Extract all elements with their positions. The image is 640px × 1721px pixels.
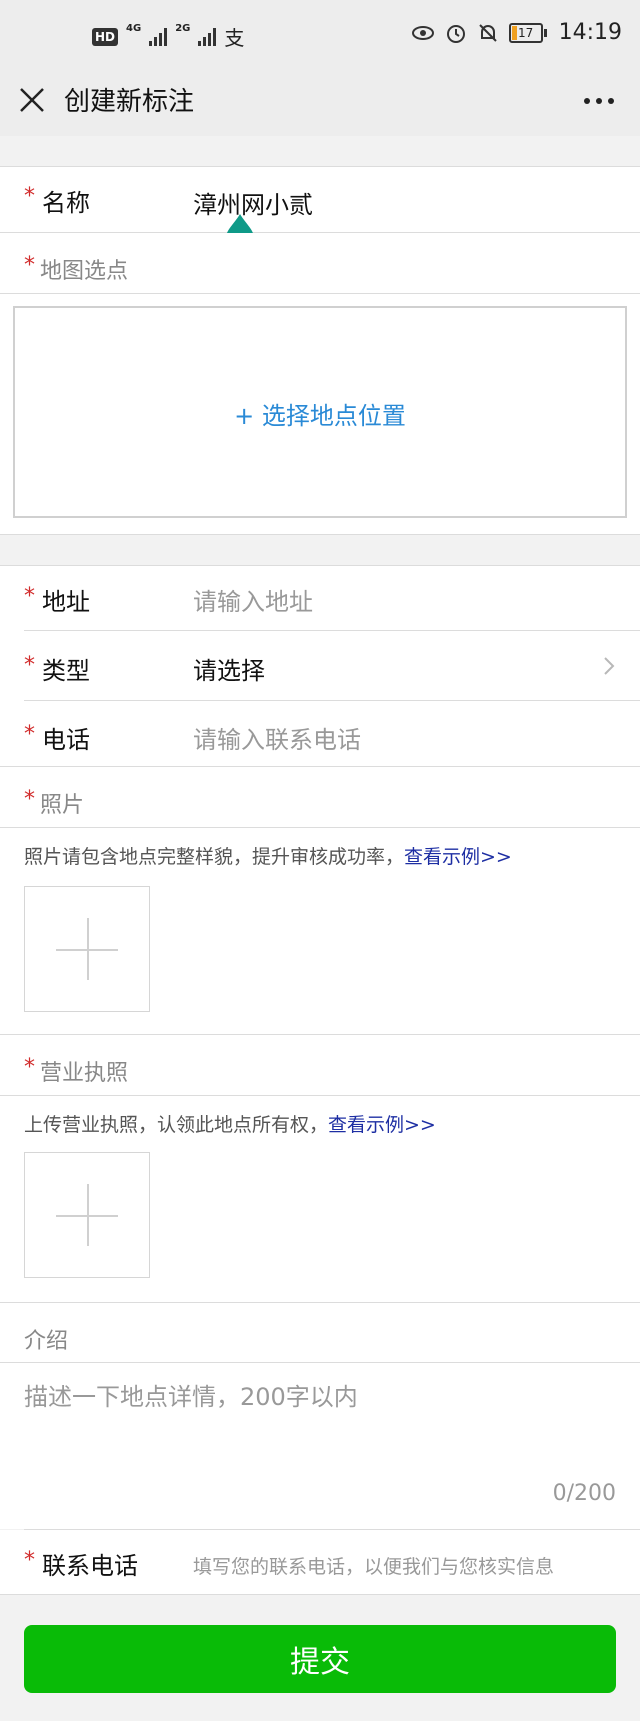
signal-icon-2 xyxy=(198,27,217,46)
mute-bell-icon xyxy=(478,23,497,42)
divider xyxy=(0,1594,640,1595)
phone-label: 电话 xyxy=(42,726,90,754)
address-input[interactable]: 请输入地址 xyxy=(193,582,313,617)
address-label: 地址 xyxy=(42,588,90,616)
license-label-row: * 营业执照 xyxy=(0,1035,640,1095)
contact-phone-label: 联系电话 xyxy=(42,1552,138,1580)
chevron-right-icon[interactable] xyxy=(598,655,620,677)
intro-char-count: 0/200 xyxy=(552,1481,616,1506)
contact-phone-input[interactable]: 填写您的联系电话，以便我们与您核实信息 xyxy=(193,1552,554,1579)
type-label: 类型 xyxy=(42,657,90,685)
select-location-button[interactable]: + 选择地点位置 xyxy=(15,396,625,431)
divider xyxy=(24,700,640,701)
contact-phone-row[interactable]: * 联系电话 填写您的联系电话，以便我们与您核实信息 xyxy=(0,1530,640,1594)
alipay-icon: 支 xyxy=(224,26,245,50)
hd-icon: HD xyxy=(92,27,119,46)
page-title: 创建新标注 xyxy=(64,87,195,117)
divider xyxy=(0,534,640,535)
name-row[interactable]: * 名称 漳州网小贰 xyxy=(0,167,640,232)
battery-icon: 17 xyxy=(508,22,547,43)
eye-icon xyxy=(411,25,434,40)
required-mark: * xyxy=(24,787,35,812)
license-note: 上传营业执照，认领此地点所有权，查看示例>> xyxy=(24,1114,436,1136)
required-mark: * xyxy=(24,253,35,278)
photo-note: 照片请包含地点完整样貌，提升审核成功率，查看示例>> xyxy=(24,846,512,868)
signal-icon xyxy=(149,27,168,46)
license-upload-button[interactable] xyxy=(24,1152,150,1278)
intro-textarea[interactable]: 描述一下地点详情，200字以内 xyxy=(24,1377,358,1412)
name-label: 名称 xyxy=(42,189,90,217)
close-icon[interactable] xyxy=(18,86,46,114)
network-4g-label: 4G xyxy=(126,22,142,34)
status-left: HD 4G 2G 支 xyxy=(92,22,244,51)
photo-upload-button[interactable] xyxy=(24,886,150,1012)
photo-section: 照片请包含地点完整样貌，提升审核成功率，查看示例>> xyxy=(0,828,640,1034)
type-select[interactable]: 请选择 xyxy=(193,651,265,686)
photo-example-link[interactable]: 查看示例>> xyxy=(404,846,512,868)
required-mark: * xyxy=(24,184,35,209)
map-label-row: * 地图选点 xyxy=(0,233,640,293)
required-mark: * xyxy=(24,1548,35,1573)
intro-section: 描述一下地点详情，200字以内 0/200 xyxy=(0,1363,640,1529)
photo-label-row: * 照片 xyxy=(0,767,640,827)
nav-bar: 创建新标注 xyxy=(0,72,640,136)
network-2g-label: 2G xyxy=(175,22,191,34)
status-right: 17 14:19 xyxy=(411,20,622,45)
status-bar: HD 4G 2G 支 17 14:19 xyxy=(0,0,640,72)
photo-label: 照片 xyxy=(40,793,85,818)
alarm-icon xyxy=(446,24,465,43)
required-mark: * xyxy=(24,653,35,678)
intro-label: 介绍 xyxy=(24,1329,69,1354)
more-icon[interactable] xyxy=(584,98,614,104)
license-section: 上传营业执照，认领此地点所有权，查看示例>> xyxy=(0,1096,640,1302)
intro-label-row: 介绍 xyxy=(0,1303,640,1363)
required-mark: * xyxy=(24,1055,35,1080)
clock-time: 14:19 xyxy=(558,20,622,45)
divider xyxy=(24,630,640,631)
license-label: 营业执照 xyxy=(40,1061,129,1086)
required-mark: * xyxy=(24,584,35,609)
map-label: 地图选点 xyxy=(40,259,129,284)
map-picker[interactable]: + 选择地点位置 xyxy=(13,306,627,518)
license-example-link[interactable]: 查看示例>> xyxy=(328,1114,436,1136)
submit-button[interactable]: 提交 xyxy=(24,1625,616,1693)
required-mark: * xyxy=(24,722,35,747)
phone-input[interactable]: 请输入联系电话 xyxy=(193,720,361,755)
